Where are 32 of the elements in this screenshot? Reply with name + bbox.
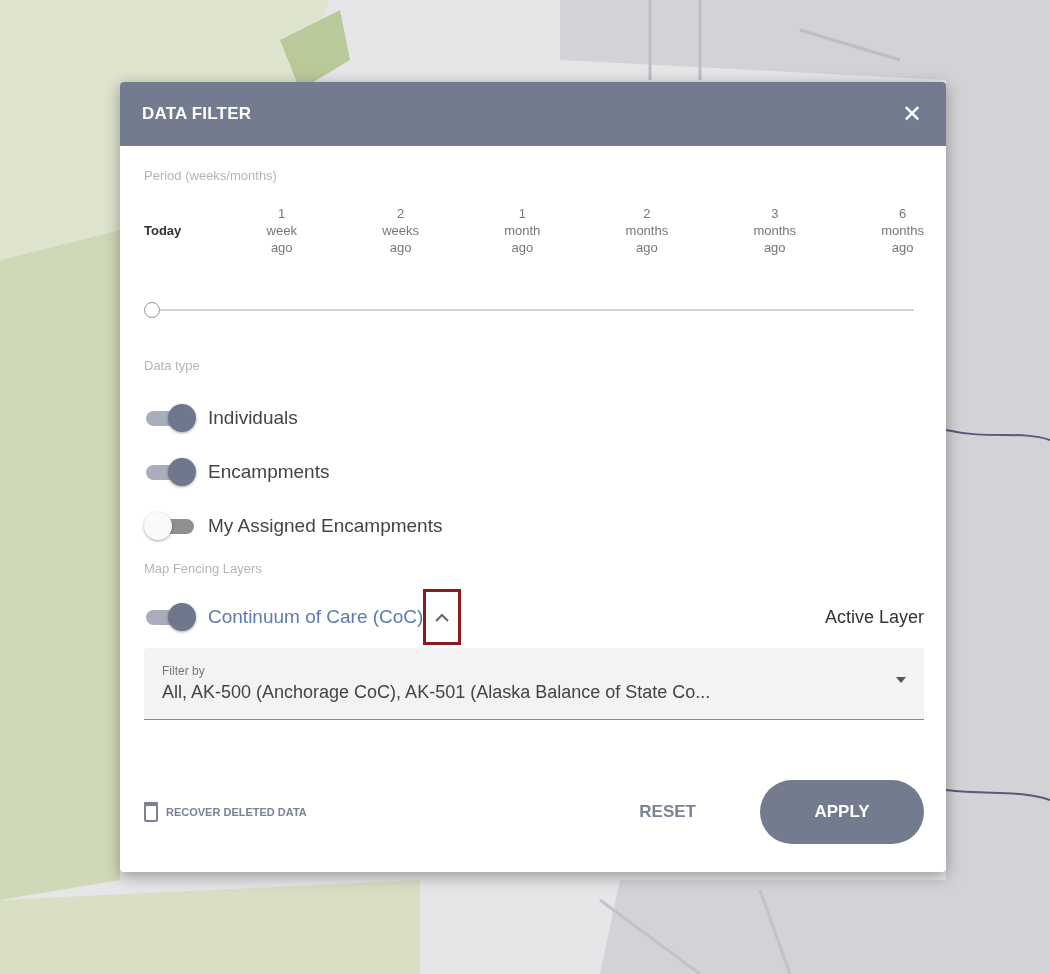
toggle-switch[interactable] <box>144 456 196 488</box>
toggle-switch[interactable] <box>144 601 196 633</box>
chevron-icon <box>435 612 450 622</box>
toggle-label: Encampments <box>208 461 330 483</box>
toggle-switch[interactable] <box>144 402 196 434</box>
field-label: Filter by <box>162 664 206 678</box>
close-button[interactable]: ✕ <box>901 100 922 128</box>
period-option[interactable]: 2 months ago <box>625 205 669 256</box>
filter-select[interactable]: Filter by All, AK-500 (Anchorage CoC), AK-501 (Alaska Balance of State Co... <box>144 648 924 720</box>
period-option[interactable]: 6 months ago <box>881 205 924 256</box>
slider-thumb[interactable] <box>144 302 160 318</box>
trash-icon <box>144 802 158 822</box>
toggle-switch[interactable] <box>144 510 196 542</box>
period-option[interactable]: 1 month ago <box>504 205 541 256</box>
toggle-label: My Assigned Encampments <box>208 515 443 537</box>
section-label: Data type <box>144 358 201 373</box>
layer-status: Active Layer <box>824 606 924 628</box>
reset-button[interactable]: RESET <box>629 802 706 822</box>
dialog-title: DATA FILTER <box>142 104 252 124</box>
field-value: All, AK-500 (Anchorage CoC), AK-501 (Alaska Balance of State Co... <box>162 682 712 703</box>
section-label: Period (weeks/months) <box>144 168 278 183</box>
recover-button[interactable]: RECOVER DELETED DATA <box>144 802 307 822</box>
period-option[interactable]: 3 months ago <box>753 205 797 256</box>
expand-button[interactable] <box>423 589 462 645</box>
period-option[interactable]: 2 weeks ago <box>382 205 419 256</box>
dropdown-icon <box>896 677 906 683</box>
apply-button[interactable]: APPLY <box>760 780 924 844</box>
section-label: Map Fencing Layers <box>144 561 263 576</box>
period-option[interactable]: Today <box>144 205 182 256</box>
period-option[interactable]: 1 week ago <box>266 205 297 256</box>
layer-link[interactable]: Continuum of Care (CoC) <box>208 606 424 628</box>
toggle-label: Individuals <box>208 407 298 429</box>
